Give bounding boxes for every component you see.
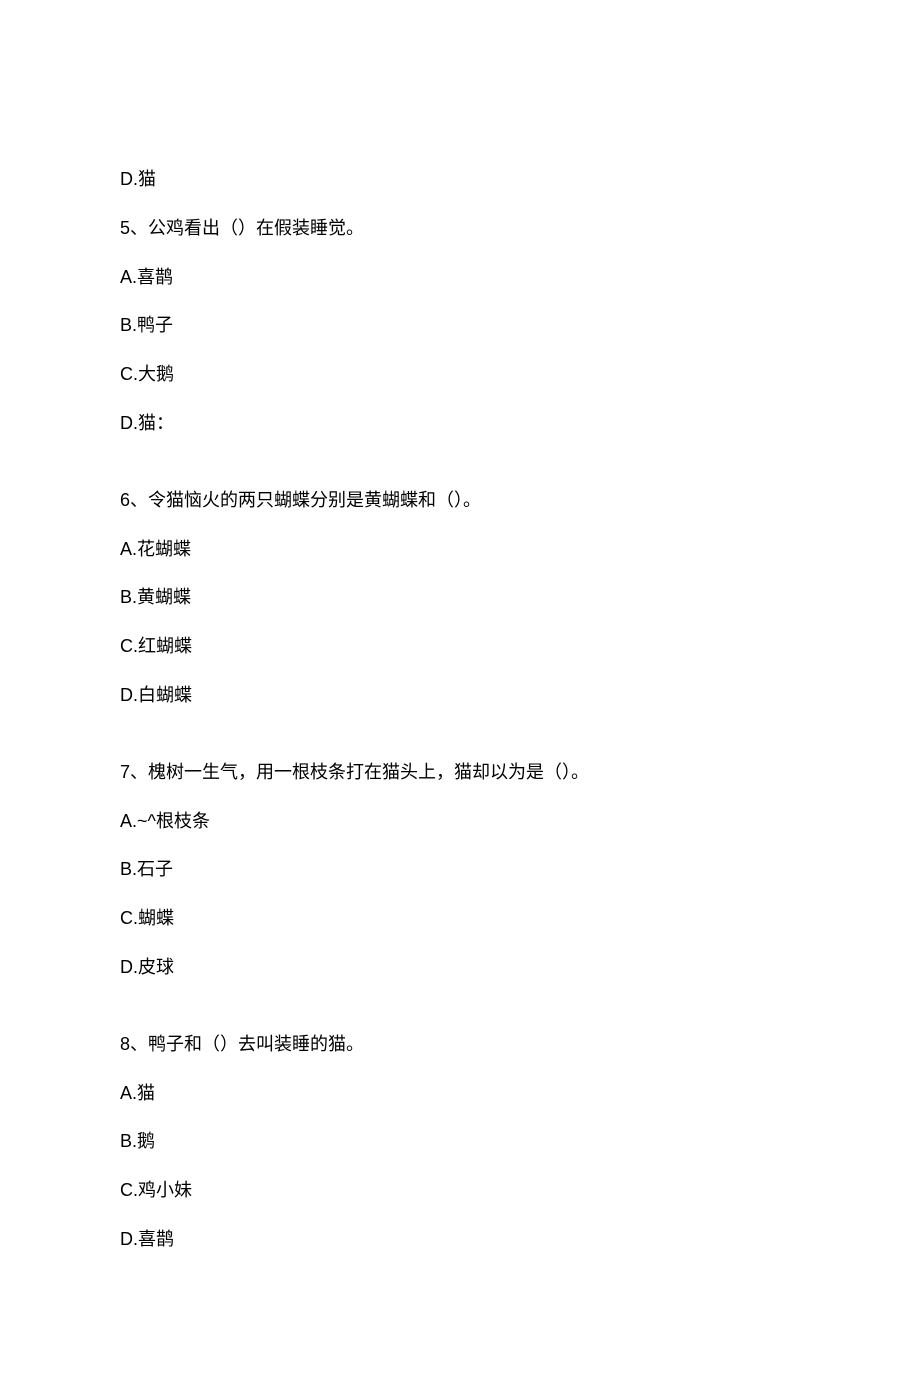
question-text: 、公鸡看出（）在假装睡觉。 xyxy=(130,218,364,238)
answer-option: D.皮球 xyxy=(120,953,800,982)
option-text: 白蝴蝶 xyxy=(138,685,192,705)
answer-option: A.猫 xyxy=(120,1079,800,1108)
option-letter: D. xyxy=(120,169,138,189)
option-text: 皮球 xyxy=(138,957,174,977)
option-text: 大鹅 xyxy=(138,364,174,384)
question-stem: 7、槐树一生气，用一根枝条打在猫头上，猫却以为是（）。 xyxy=(120,758,800,787)
option-text: 鸭子 xyxy=(137,315,173,335)
option-letter: A.~^ xyxy=(120,811,156,831)
answer-option: B.黄蝴蝶 xyxy=(120,583,800,612)
answer-option: D.猫 xyxy=(120,165,800,194)
document-page: D.猫5、公鸡看出（）在假装睡觉。A.喜鹊B.鸭子C.大鹅D.猫：6、令猫恼火的… xyxy=(0,0,920,1374)
question-stem: 8、鸭子和（）去叫装睡的猫。 xyxy=(120,1030,800,1059)
question-stem: 5、公鸡看出（）在假装睡觉。 xyxy=(120,214,800,243)
answer-option: D.喜鹊 xyxy=(120,1225,800,1254)
option-text: 猫： xyxy=(138,413,174,433)
answer-option: A.~^根枝条 xyxy=(120,807,800,836)
option-letter: D. xyxy=(120,413,138,433)
answer-option: A.喜鹊 xyxy=(120,263,800,292)
question-number: 7 xyxy=(120,762,130,782)
answer-option: C.蝴蝶 xyxy=(120,904,800,933)
option-text: 红蝴蝶 xyxy=(138,636,192,656)
option-letter: A. xyxy=(120,539,137,559)
question-text: 、令猫恼火的两只蝴蝶分别是黄蝴蝶和（）。 xyxy=(130,490,481,510)
option-letter: C. xyxy=(120,636,138,656)
option-letter: A. xyxy=(120,1083,137,1103)
option-letter: D. xyxy=(120,1229,138,1249)
option-text: 喜鹊 xyxy=(137,267,173,287)
option-text: 鸡小妹 xyxy=(138,1180,192,1200)
question-number: 6 xyxy=(120,490,130,510)
question-text: 、槐树一生气，用一根枝条打在猫头上，猫却以为是（）。 xyxy=(130,762,589,782)
option-letter: B. xyxy=(120,315,137,335)
option-letter: C. xyxy=(120,364,138,384)
answer-option: A.花蝴蝶 xyxy=(120,535,800,564)
blank-line xyxy=(120,730,800,758)
answer-option: B.石子 xyxy=(120,855,800,884)
option-text: 蝴蝶 xyxy=(138,908,174,928)
option-text: 猫 xyxy=(137,1083,155,1103)
option-text: 黄蝴蝶 xyxy=(137,587,191,607)
option-letter: A. xyxy=(120,267,137,287)
option-text: 猫 xyxy=(138,169,156,189)
answer-option: D.白蝴蝶 xyxy=(120,681,800,710)
question-text: 、鸭子和（）去叫装睡的猫。 xyxy=(130,1034,364,1054)
blank-line xyxy=(120,1002,800,1030)
option-letter: B. xyxy=(120,1131,137,1151)
question-number: 8 xyxy=(120,1034,130,1054)
blank-line xyxy=(120,458,800,486)
answer-option: C.红蝴蝶 xyxy=(120,632,800,661)
question-stem: 6、令猫恼火的两只蝴蝶分别是黄蝴蝶和（）。 xyxy=(120,486,800,515)
option-letter: B. xyxy=(120,859,137,879)
answer-option: B.鹅 xyxy=(120,1127,800,1156)
option-text: 根枝条 xyxy=(156,811,210,831)
option-letter: D. xyxy=(120,685,138,705)
answer-option: C.鸡小妹 xyxy=(120,1176,800,1205)
option-text: 喜鹊 xyxy=(138,1229,174,1249)
answer-option: D.猫： xyxy=(120,409,800,438)
answer-option: C.大鹅 xyxy=(120,360,800,389)
option-letter: C. xyxy=(120,908,138,928)
option-text: 鹅 xyxy=(137,1131,155,1151)
option-letter: B. xyxy=(120,587,137,607)
option-text: 石子 xyxy=(137,859,173,879)
answer-option: B.鸭子 xyxy=(120,311,800,340)
option-text: 花蝴蝶 xyxy=(137,539,191,559)
option-letter: C. xyxy=(120,1180,138,1200)
question-number: 5 xyxy=(120,218,130,238)
option-letter: D. xyxy=(120,957,138,977)
